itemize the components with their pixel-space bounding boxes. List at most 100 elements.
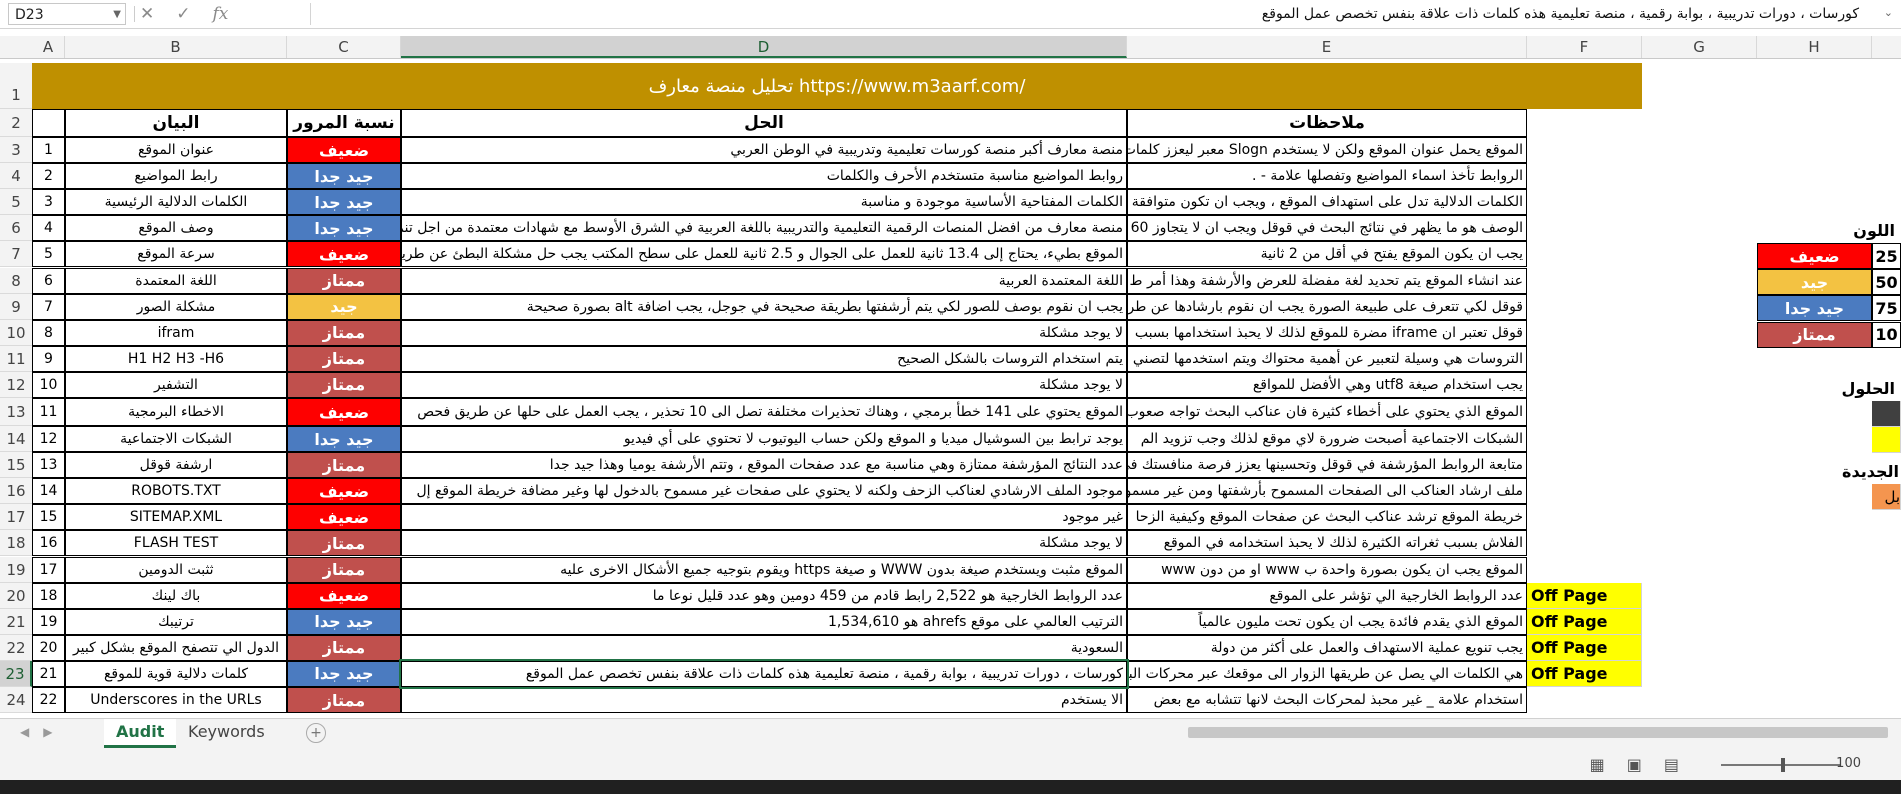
off-page-cell[interactable]: Off Page xyxy=(1527,660,1642,687)
column-header-d[interactable]: D xyxy=(401,36,1127,58)
pass-rate-cell[interactable]: ممتاز xyxy=(287,687,401,714)
row-header[interactable]: 23 xyxy=(0,660,32,687)
row-header[interactable]: 1 xyxy=(0,63,32,109)
row-index-cell[interactable]: 4 xyxy=(32,215,65,242)
row-header[interactable]: 20 xyxy=(0,582,32,609)
pass-rate-cell[interactable]: جيد جدا xyxy=(287,426,401,453)
solution-cell[interactable]: السعودية xyxy=(401,634,1127,661)
pass-rate-cell[interactable]: جيد جدا xyxy=(287,215,401,242)
header-solution[interactable]: الحل xyxy=(401,109,1127,137)
pass-rate-cell[interactable]: ضعيف xyxy=(287,137,401,164)
legend-item-label[interactable]: ممتاز xyxy=(1757,321,1872,348)
function-icon[interactable]: fx xyxy=(213,4,229,24)
row-index-cell[interactable]: 22 xyxy=(32,687,65,714)
off-page-cell[interactable]: Off Page xyxy=(1527,634,1642,661)
notes-cell[interactable]: عند انشاء الموقع يتم تحديد لغة مفضلة للع… xyxy=(1127,267,1527,294)
notes-cell[interactable]: عدد الروابط الخارجية الي تؤشر على الموقع xyxy=(1127,582,1527,609)
column-header-c[interactable]: C xyxy=(287,36,401,58)
notes-cell[interactable]: الموقع يحمل عنوان الموقع ولكن لا يستخدم … xyxy=(1127,137,1527,164)
add-sheet-icon[interactable]: + xyxy=(306,723,326,743)
notes-cell[interactable]: يجب ان يكون الموقع يفتح في أقل من 2 ثاني… xyxy=(1127,241,1527,268)
solution-cell[interactable]: الموقع بطيء، يحتاج إلى 13.4 ثانية للعمل … xyxy=(401,241,1127,268)
solution-cell[interactable]: لا يوجد مشكلة xyxy=(401,530,1127,557)
solution-cell[interactable]: الموقع مثبت ويستخدم صيغة بدون WWW و صيغة… xyxy=(401,556,1127,583)
notes-cell[interactable]: الشبكات الاجتماعية أصبحت ضرورة لاي موقع … xyxy=(1127,426,1527,453)
notes-cell[interactable]: الكلمات الدلالية تدل على استهداف الموقع … xyxy=(1127,189,1527,216)
statement-cell[interactable]: ROBOTS.TXT xyxy=(65,478,287,505)
column-header-b[interactable]: B xyxy=(65,36,287,58)
notes-cell[interactable]: الفلاش بسبب ثغراته الكثيرة لذلك لا يحبذ … xyxy=(1127,530,1527,557)
zoom-slider-handle[interactable] xyxy=(1781,758,1785,772)
notes-cell[interactable]: الموقع يجب ان يكون بصورة واحدة ب www او … xyxy=(1127,556,1527,583)
notes-cell[interactable]: التروسات هي وسيلة لتعبير عن أهمية محتواك… xyxy=(1127,345,1527,372)
column-header-g[interactable]: G xyxy=(1642,36,1757,58)
statement-cell[interactable]: الدول الي تتصفح الموقع بشكل كبير xyxy=(65,634,287,661)
solution-cell[interactable]: الترتيب العالمي على موقع ahrefs هو 1,534… xyxy=(401,608,1127,635)
row-index-cell[interactable]: 18 xyxy=(32,582,65,609)
notes-cell[interactable]: ملف ارشاد العناكب الى الصفحات المسموح بأ… xyxy=(1127,478,1527,505)
row-index-cell[interactable]: 14 xyxy=(32,478,65,505)
pass-rate-cell[interactable]: ممتاز xyxy=(287,530,401,557)
solution-cell[interactable]: كورسات ، دورات تدريبية ، بوابة رقمية ، م… xyxy=(399,658,1129,689)
row-index-cell[interactable]: 17 xyxy=(32,556,65,583)
column-header-h[interactable]: H xyxy=(1757,36,1872,58)
zoom-level[interactable]: 100 xyxy=(1836,756,1861,771)
row-index-cell[interactable]: 1 xyxy=(32,137,65,164)
header-statement[interactable]: البيان xyxy=(65,109,287,137)
solution-cell[interactable]: موجود الملف الارشادي لعناكب الزحف ولكنه … xyxy=(401,478,1127,505)
row-index-cell[interactable]: 10 xyxy=(32,371,65,398)
row-index-cell[interactable]: 3 xyxy=(32,189,65,216)
legend-item-value[interactable]: 75 xyxy=(1872,295,1901,322)
statement-cell[interactable]: كلمات دلالية قوية للموقع xyxy=(65,660,287,687)
solution-cell[interactable]: عدد الروابط الخارجية هو 2,522 رابط قادم … xyxy=(401,582,1127,609)
column-header-a[interactable]: A xyxy=(32,36,65,58)
legend-item-value[interactable]: 25 xyxy=(1872,243,1901,269)
solution-cell[interactable]: لا يوجد مشكلة xyxy=(401,371,1127,398)
row-index-cell[interactable]: 19 xyxy=(32,608,65,635)
pass-rate-cell[interactable]: ضعيف xyxy=(287,478,401,505)
notes-cell[interactable]: الموقع الذي يحتوي على أخطاء كثيرة فان عن… xyxy=(1127,398,1527,426)
header-notes[interactable]: ملاحظات xyxy=(1127,109,1527,137)
tab-keywords[interactable]: Keywords xyxy=(176,719,277,745)
off-page-cell[interactable]: Off Page xyxy=(1527,582,1642,609)
notes-cell[interactable]: الموقع الذي يقدم فائدة يجب ان يكون تحت م… xyxy=(1127,608,1527,635)
notes-cell[interactable]: قوقل تعتبر ان iframe مضرة للموقع لذلك لا… xyxy=(1127,319,1527,346)
row-index-cell[interactable]: 13 xyxy=(32,452,65,479)
row-index-cell[interactable]: 2 xyxy=(32,163,65,190)
row-header[interactable]: 6 xyxy=(0,215,32,242)
row-header[interactable]: 8 xyxy=(0,267,32,294)
row-header[interactable]: 2 xyxy=(0,109,32,137)
pass-rate-cell[interactable]: ممتاز xyxy=(287,452,401,479)
row-header[interactable]: 7 xyxy=(0,241,32,268)
row-index-cell[interactable]: 16 xyxy=(32,530,65,557)
legend-item-value[interactable]: 50 xyxy=(1872,269,1901,296)
statement-cell[interactable]: رابط المواضيع xyxy=(65,163,287,190)
solution-cell[interactable]: الكلمات المفتاحية الأساسية موجودة و مناس… xyxy=(401,189,1127,216)
statement-cell[interactable]: الكلمات الدلالية الرئيسية xyxy=(65,189,287,216)
row-index-cell[interactable]: 7 xyxy=(32,293,65,320)
statement-cell[interactable]: FLASH TEST xyxy=(65,530,287,557)
solution-cell[interactable]: عدد النتائج المؤرشفة ممتازة وهي مناسبة م… xyxy=(401,452,1127,479)
statement-cell[interactable]: ترتيبك xyxy=(65,608,287,635)
solution-cell[interactable]: يتم استخدام التروسات بالشكل الصحيح xyxy=(401,345,1127,372)
solution-cell[interactable]: روابط المواضيع مناسبة متستخدم الأحرف وال… xyxy=(401,163,1127,190)
statement-cell[interactable]: عنوان الموقع xyxy=(65,137,287,164)
row-header[interactable]: 5 xyxy=(0,189,32,216)
legend-item-label[interactable]: ضعيف xyxy=(1757,243,1872,269)
solution-cell[interactable]: الموقع يحتوي على 141 خطأ برمجي ، وهناك ت… xyxy=(401,398,1127,426)
row-index-cell[interactable]: 20 xyxy=(32,634,65,661)
row-header[interactable]: 19 xyxy=(0,556,32,583)
pass-rate-cell[interactable]: ممتاز xyxy=(287,267,401,294)
statement-cell[interactable]: سرعة الموقع xyxy=(65,241,287,268)
row-header[interactable]: 18 xyxy=(0,530,32,557)
statement-cell[interactable]: Underscores in the URLs xyxy=(65,687,287,714)
pass-rate-cell[interactable]: جيد جدا xyxy=(287,163,401,190)
solution-cell[interactable]: الا يستخدم xyxy=(401,687,1127,714)
statement-cell[interactable]: وصف الموقع xyxy=(65,215,287,242)
notes-cell[interactable]: الروابط تأخذ اسماء المواضيع وتفصلها علام… xyxy=(1127,163,1527,190)
horizontal-scrollbar[interactable] xyxy=(1168,725,1888,739)
solution-cell[interactable]: منصة معارف من افضل المنصات الرقمية التعل… xyxy=(401,215,1127,242)
row-header[interactable]: 21 xyxy=(0,608,32,635)
statement-cell[interactable]: الشبكات الاجتماعية xyxy=(65,426,287,453)
row-header[interactable]: 22 xyxy=(0,634,32,661)
